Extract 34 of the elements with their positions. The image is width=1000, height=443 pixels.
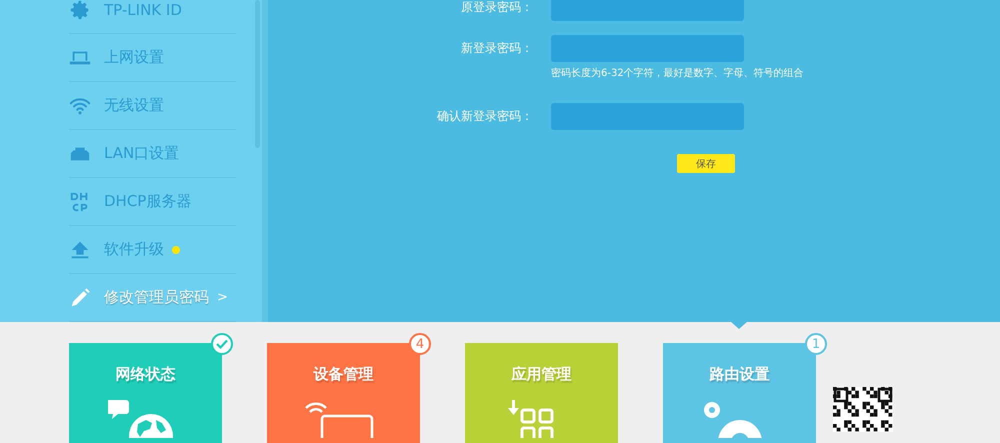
sidebar-item-label: TP-LINK ID [104,0,182,18]
count-badge: 4 [409,333,431,355]
tile-label: 应用管理 [512,365,572,384]
field-label: 确认新登录密码： [436,108,533,125]
count-badge: 1 [805,333,827,355]
sidebar-item[interactable]: TP-LINK ID [69,0,236,34]
sidebar-item-label: DHCP服务器 [104,192,192,211]
tile-label: 设备管理 [314,365,374,384]
field-label: 原登录密码： [460,0,533,16]
menu-tile[interactable]: 网络状态 [69,343,222,443]
password-field[interactable] [551,35,744,62]
sidebar-item-label: LAN口设置 [104,144,180,163]
gear-icon [69,0,91,20]
field-hint: 密码长度为6-32个字符，最好是数字、字母、符号的组合 [551,66,804,81]
password-field[interactable] [551,103,744,130]
sidebar-item-label: 软件升级 [104,240,164,259]
sidebar-item-label: 修改管理员密码 [104,288,209,307]
field-label: 新登录密码： [460,40,533,57]
chevron-text: > [217,290,228,305]
sidebar-item[interactable]: 软件升级 [69,226,236,274]
sidebar-item[interactable]: DHCP服务器 [69,178,236,226]
sidebar-item[interactable]: 上网设置 [69,34,236,82]
password-field[interactable] [551,0,744,21]
sidebar-item-label: 无线设置 [104,96,164,115]
sidebar-item-label: 上网设置 [104,48,164,67]
tile-label: 路由设置 [710,365,770,384]
sidebar-item[interactable]: 无线设置 [69,82,236,130]
save-button[interactable]: 保存 [677,154,735,173]
pencil-icon [69,286,91,308]
tile-label: 网络状态 [116,365,176,384]
menu-tile[interactable]: 应用管理 [465,343,618,443]
sidebar-item[interactable]: LAN口设置 [69,130,236,178]
check-icon [216,339,228,349]
qr-code [833,387,893,432]
